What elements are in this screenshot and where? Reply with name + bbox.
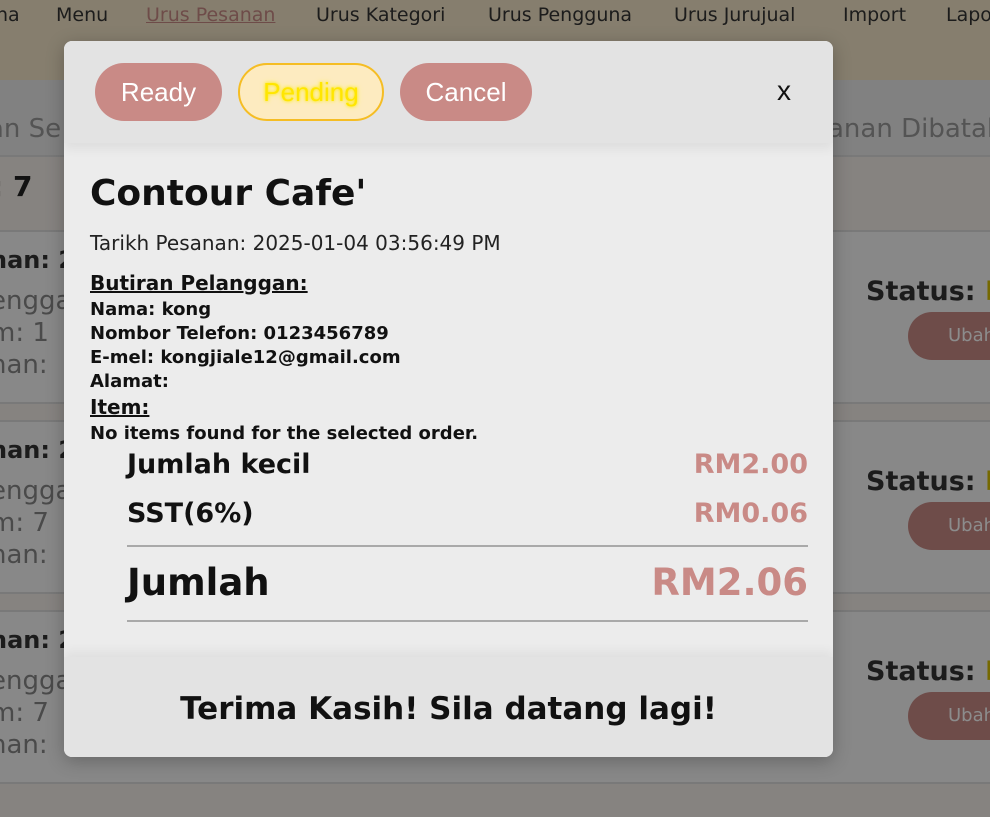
shop-name: Contour Cafe' xyxy=(90,173,367,214)
subtotal-value: RM2.00 xyxy=(693,449,808,480)
close-icon[interactable]: x xyxy=(777,75,791,107)
items-empty-message: No items found for the selected order. xyxy=(90,423,479,444)
total-divider xyxy=(127,620,808,622)
modal-footer: Terima Kasih! Sila datang lagi! xyxy=(64,657,833,757)
subtotal-label: Jumlah kecil xyxy=(127,449,311,480)
modal-header: Ready Pending Cancel x xyxy=(64,41,833,143)
cancel-button[interactable]: Cancel xyxy=(400,63,532,121)
thank-you-message: Terima Kasih! Sila datang lagi! xyxy=(180,691,717,727)
customer-name: Nama: kong xyxy=(90,299,212,320)
total-value: RM2.06 xyxy=(651,561,808,604)
order-receipt-modal: Ready Pending Cancel x Contour Cafe' Tar… xyxy=(64,41,833,757)
tax-label: SST(6%) xyxy=(127,498,254,529)
customer-address: Alamat: xyxy=(90,371,169,392)
total-label: Jumlah xyxy=(127,561,270,604)
tax-value: RM0.06 xyxy=(693,498,808,529)
customer-details-heading: Butiran Pelanggan: xyxy=(90,271,308,295)
ready-button[interactable]: Ready xyxy=(95,63,222,121)
customer-email: E-mel: kongjiale12@gmail.com xyxy=(90,347,401,368)
summary-divider xyxy=(127,545,808,547)
items-heading: Item: xyxy=(90,395,150,419)
customer-phone: Nombor Telefon: 0123456789 xyxy=(90,323,389,344)
order-date: Tarikh Pesanan: 2025-01-04 03:56:49 PM xyxy=(90,231,501,255)
pending-button[interactable]: Pending xyxy=(238,63,384,121)
